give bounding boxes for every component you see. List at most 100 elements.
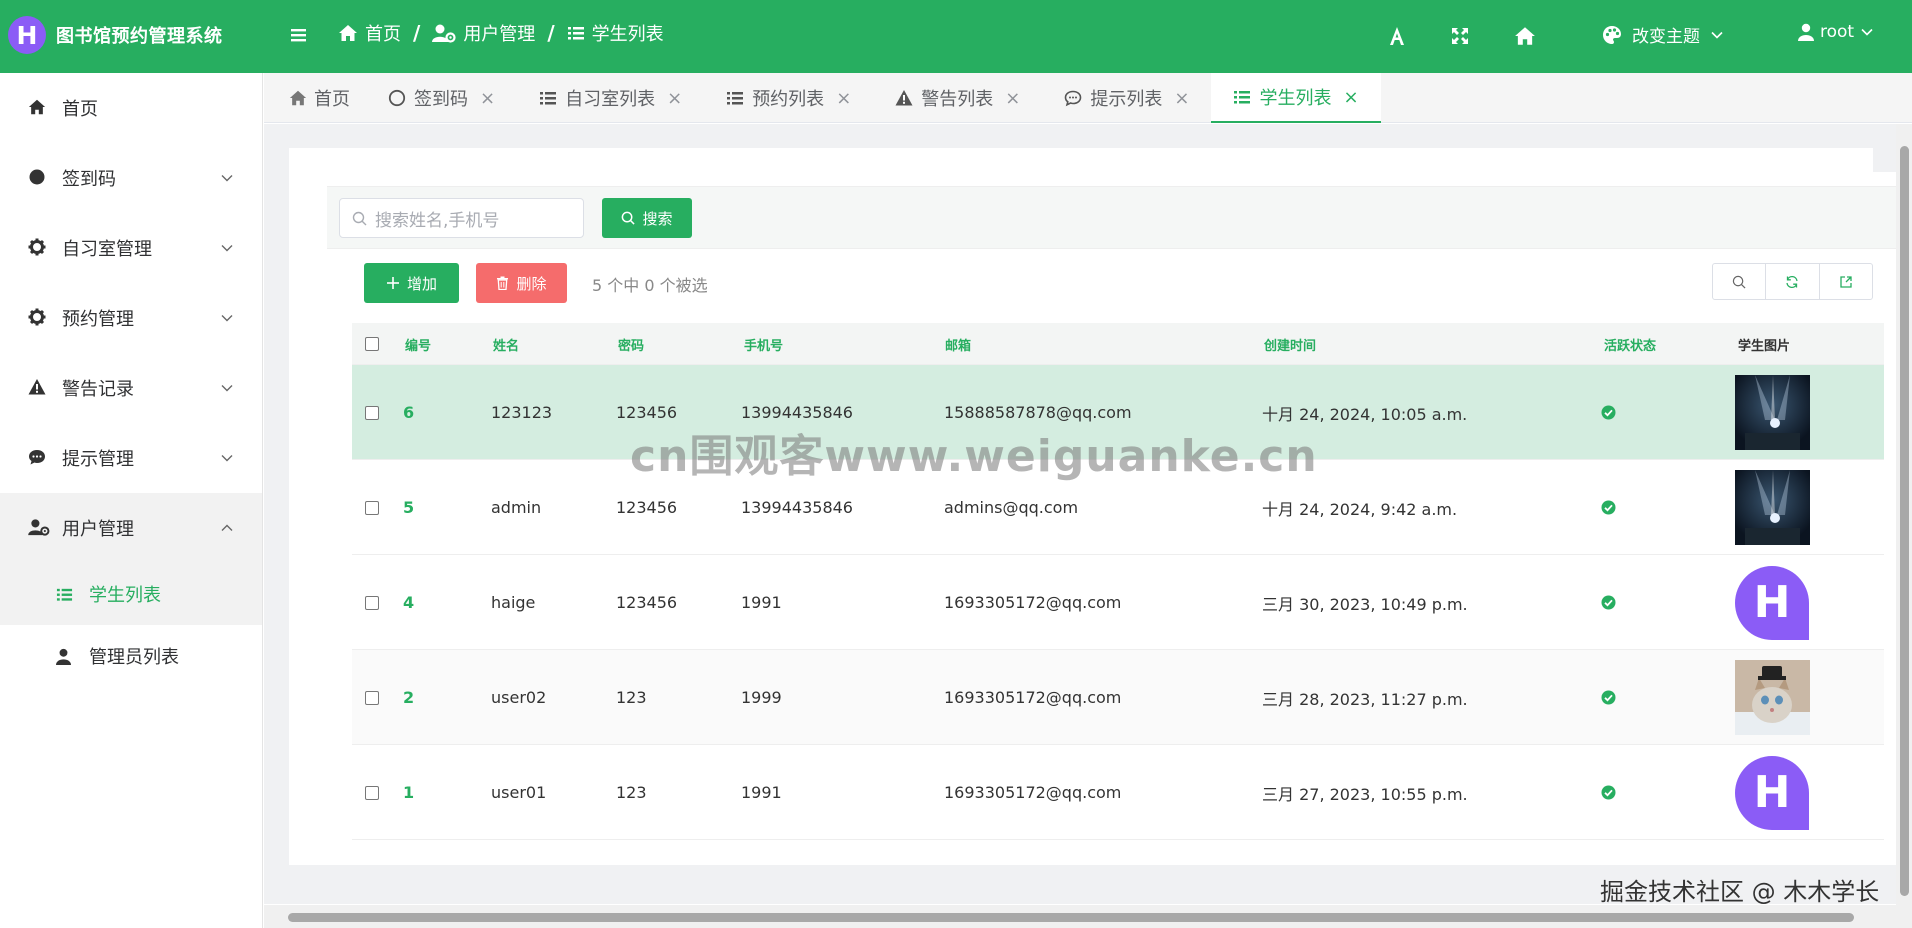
row-checkbox[interactable] [365,745,379,840]
table-row[interactable]: 2 user02 123 1999 1693305172@qq.com 三月 2… [352,650,1884,745]
student-photo[interactable] [1735,460,1810,555]
home-shortcut-icon[interactable] [1514,25,1536,47]
cell-password: 123 [616,783,647,802]
sidebar-item-home[interactable]: 首页 [0,73,262,143]
student-photo[interactable]: H [1735,745,1809,840]
column-header[interactable]: 手机号 [744,323,783,365]
font-size-icon[interactable] [1386,25,1408,47]
gear-icon [28,238,48,258]
row-checkbox[interactable] [365,365,379,460]
table-row[interactable]: 1 user01 123 1991 1693305172@qq.com 三月 2… [352,745,1884,840]
chevron-down-icon [1710,28,1724,42]
breadcrumb-user-management[interactable]: 用户管理 [432,20,535,46]
column-header[interactable]: 编号 [405,323,431,365]
chevron-down-icon [220,451,234,465]
row-checkbox[interactable] [365,650,379,745]
cell-created: 三月 28, 2023, 11:27 p.m. [1262,689,1468,709]
column-header[interactable]: 密码 [618,323,644,365]
cell-id[interactable]: 1 [403,745,414,840]
refresh-button[interactable] [1766,264,1820,299]
horizontal-scrollbar[interactable] [264,905,1896,928]
cell-email: 1693305172@qq.com [944,593,1122,612]
student-table: 编号 姓名 密码 手机号 邮箱 创建时间 活跃状态 学生图片 6 123123 … [352,323,1884,840]
sidebar-item-label: 警告记录 [62,379,134,400]
sidebar-item-admin-list[interactable]: 管理员列表 [0,625,262,687]
sidebar-item-label: 首页 [62,99,98,120]
column-header[interactable]: 学生图片 [1738,323,1790,365]
hamburger-menu-icon[interactable] [288,24,310,46]
tab-label: 自习室列表 [565,89,656,110]
home-icon [28,98,48,118]
refresh-icon [1785,275,1799,289]
sidebar-item-student-list[interactable]: 学生列表 [0,563,262,625]
student-photo[interactable] [1735,650,1810,745]
palette-icon [1602,25,1622,45]
breadcrumb-separator: / [413,21,421,45]
row-checkbox[interactable] [365,555,379,650]
close-icon[interactable]: × [1174,88,1189,109]
change-theme-dropdown[interactable]: 改变主题 [1602,22,1724,47]
column-header[interactable]: 姓名 [493,323,519,365]
list-icon [539,89,557,107]
sidebar-item-user-management[interactable]: 用户管理 [0,493,262,563]
close-icon[interactable]: × [667,88,682,109]
delete-button[interactable]: 删除 [476,263,567,303]
h-avatar: H [1735,755,1809,830]
cell-id[interactable]: 5 [403,460,414,555]
search-icon [1732,275,1746,289]
row-checkbox[interactable] [365,460,379,555]
table-row[interactable]: 4 haige 123456 1991 1693305172@qq.com 三月… [352,555,1884,650]
cell-id[interactable]: 4 [403,555,414,650]
brand[interactable]: H 图书馆预约管理系统 [8,16,223,54]
tab-student-list[interactable]: 学生列表 × [1211,73,1381,123]
sidebar-item-study-room[interactable]: 自习室管理 [0,213,262,283]
breadcrumb-home[interactable]: 首页 [338,20,401,46]
tab-label: 提示列表 [1090,89,1163,110]
close-icon[interactable]: × [836,88,851,109]
sidebar-item-tips[interactable]: 提示管理 [0,423,262,493]
horizontal-scroll-thumb[interactable] [288,913,1854,922]
cell-id[interactable]: 6 [403,365,414,460]
sidebar-item-warnings[interactable]: 警告记录 [0,353,262,423]
tab-warning-list[interactable]: 警告列表 × [873,73,1042,123]
student-photo[interactable]: H [1735,555,1809,650]
sidebar-item-checkin-code[interactable]: 签到码 [0,143,262,213]
tab-home[interactable]: 首页 [264,73,366,123]
user-cog-icon [28,518,50,538]
search-input[interactable]: 搜索姓名,手机号 [339,198,584,238]
user-dropdown[interactable]: root [1798,22,1874,42]
export-button[interactable] [1820,264,1872,299]
home-icon [288,89,307,107]
table-search-button[interactable] [1713,264,1767,299]
sidebar-item-label: 签到码 [62,169,116,190]
tab-study-room-list[interactable]: 自习室列表 × [517,73,704,123]
close-icon[interactable]: × [1343,87,1358,108]
student-photo[interactable] [1735,365,1810,460]
list-icon [726,89,744,107]
cell-name: haige [491,593,536,612]
add-button[interactable]: 增加 [364,263,459,303]
user-cog-icon [432,23,456,43]
list-icon [1233,88,1251,106]
chevron-up-icon [220,521,234,535]
cell-id[interactable]: 2 [403,650,414,745]
close-icon[interactable]: × [1005,88,1020,109]
tab-label: 签到码 [414,89,468,110]
close-icon[interactable]: × [480,88,495,109]
sidebar-item-label: 自习室管理 [62,239,152,260]
vertical-scroll-thumb[interactable] [1900,146,1909,896]
column-header[interactable]: 邮箱 [945,323,971,365]
search-button[interactable]: 搜索 [602,198,692,238]
column-header[interactable]: 创建时间 [1264,323,1316,365]
sidebar-item-reservation[interactable]: 预约管理 [0,283,262,353]
username-label: root [1820,22,1855,42]
fullscreen-icon[interactable] [1449,25,1471,47]
select-all-checkbox[interactable] [365,323,379,365]
vertical-scrollbar[interactable] [1896,124,1912,928]
tab-checkin-code[interactable]: 签到码 × [366,73,517,123]
cell-created: 三月 30, 2023, 10:49 p.m. [1262,594,1468,614]
tab-tips-list[interactable]: 提示列表 × [1042,73,1211,123]
column-header[interactable]: 活跃状态 [1604,323,1656,365]
tab-reservation-list[interactable]: 预约列表 × [704,73,873,123]
chevron-down-icon [220,241,234,255]
